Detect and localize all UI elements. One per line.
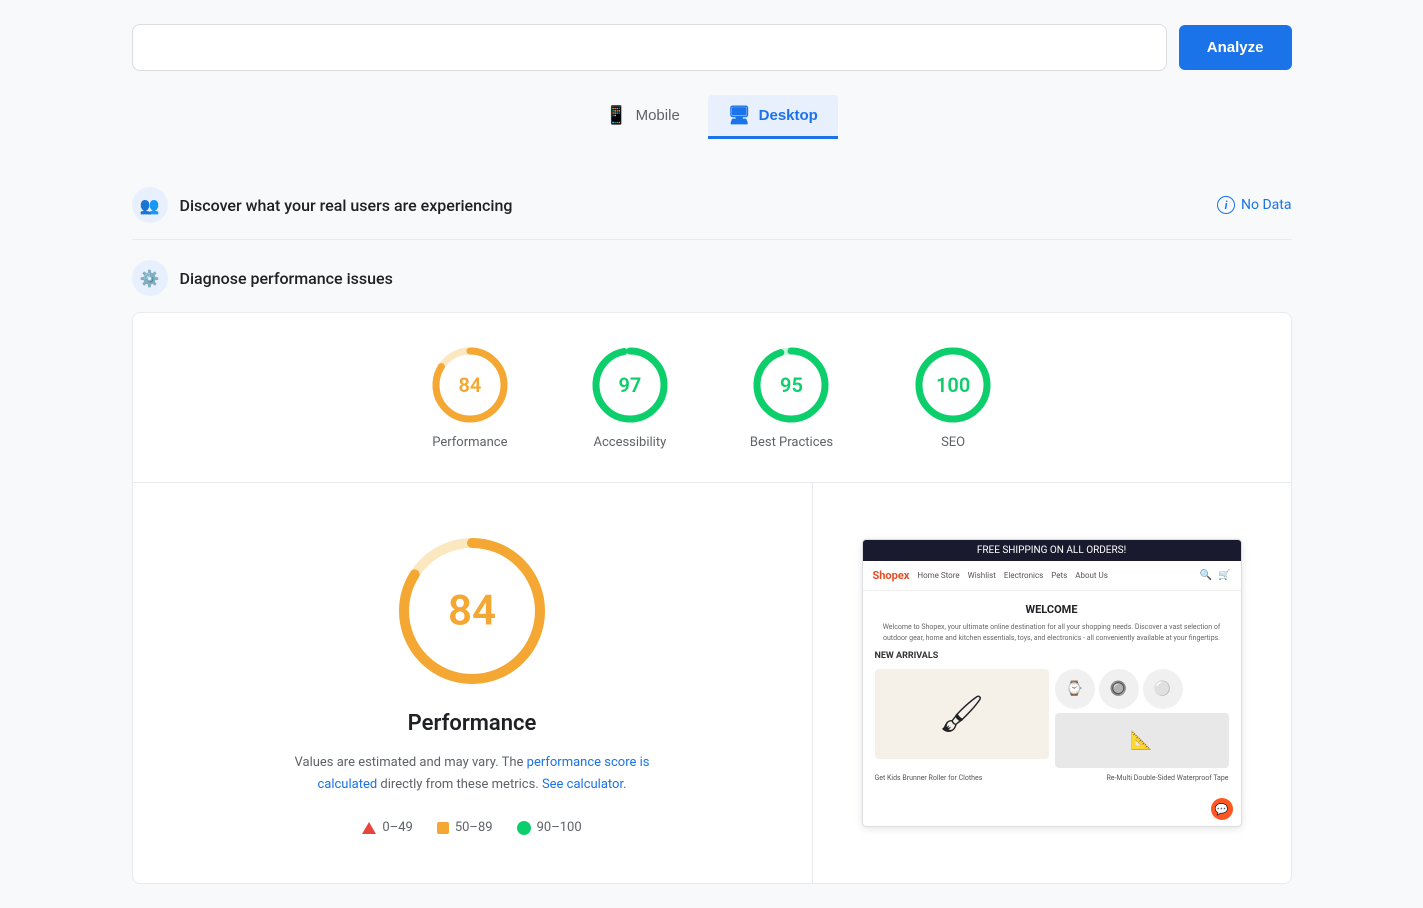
scores-panel: 84 Performance 97 Accessibility bbox=[132, 312, 1292, 884]
hero-title: WELCOME bbox=[875, 603, 1229, 616]
legend-fail: 0–49 bbox=[362, 820, 412, 835]
score-label-best-practices: Best Practices bbox=[750, 435, 833, 450]
score-item-performance[interactable]: 84 Performance bbox=[430, 345, 510, 450]
new-arrivals-label: NEW ARRIVALS bbox=[875, 651, 1229, 661]
score-circle-best-practices: 95 bbox=[751, 345, 831, 425]
real-users-icon: 👥 bbox=[132, 187, 168, 223]
screenshot-hero: WELCOME Welcome to Shopex, your ultimate… bbox=[863, 591, 1241, 794]
tab-mobile-label: Mobile bbox=[636, 107, 680, 124]
tab-desktop-label: Desktop bbox=[759, 107, 818, 124]
score-item-accessibility[interactable]: 97 Accessibility bbox=[590, 345, 670, 450]
score-label-accessibility: Accessibility bbox=[593, 435, 666, 450]
tab-mobile[interactable]: 📱 Mobile bbox=[585, 95, 700, 139]
score-value-accessibility: 97 bbox=[618, 373, 641, 397]
nav-logo: Shopex bbox=[873, 569, 910, 582]
chat-icon: 💬 bbox=[1211, 798, 1233, 820]
url-input[interactable]: https://shopexstore.com/ bbox=[132, 24, 1167, 71]
nav-icons: 🔍 🛒 bbox=[1200, 570, 1231, 581]
detail-right: FREE SHIPPING ON ALL ORDERS! Shopex Home… bbox=[813, 483, 1291, 883]
product-grid: 🖌 ⌚ 🔘 ⚪ 📐 bbox=[875, 669, 1229, 768]
score-circle-accessibility: 97 bbox=[590, 345, 670, 425]
product-side: ⌚ 🔘 ⚪ 📐 bbox=[1055, 669, 1229, 768]
score-value-performance: 84 bbox=[458, 373, 481, 397]
tab-desktop[interactable]: 🖥 Desktop bbox=[708, 95, 838, 139]
mobile-icon: 📱 bbox=[605, 105, 627, 126]
hero-text: Welcome to Shopex, your ultimate online … bbox=[875, 622, 1229, 643]
score-value-seo: 100 bbox=[936, 373, 970, 397]
screenshot: FREE SHIPPING ON ALL ORDERS! Shopex Home… bbox=[862, 539, 1242, 827]
detail-title: Performance bbox=[408, 711, 537, 736]
desktop-icon: 🖥 bbox=[728, 105, 751, 126]
legend-average: 50–89 bbox=[437, 820, 493, 835]
big-score-circle: 84 bbox=[392, 531, 552, 691]
product-main: 🖌 bbox=[875, 669, 1049, 759]
detail-left: 84 Performance Values are estimated and … bbox=[133, 483, 813, 883]
product-label-1: Get Kids Brunner Roller for Clothes bbox=[875, 774, 983, 782]
detail-description: Values are estimated and may vary. The p… bbox=[272, 752, 672, 796]
diagnose-header: ⚙️ Diagnose performance issues bbox=[132, 260, 1292, 296]
score-circle-performance: 84 bbox=[430, 345, 510, 425]
analyze-button[interactable]: Analyze bbox=[1179, 25, 1292, 70]
screenshot-nav: Shopex Home Store Wishlist Electronics P… bbox=[863, 561, 1241, 591]
pass-icon bbox=[517, 821, 531, 835]
score-value-best-practices: 95 bbox=[780, 373, 803, 397]
big-score-value: 84 bbox=[448, 587, 496, 636]
score-item-best-practices[interactable]: 95 Best Practices bbox=[750, 345, 833, 450]
screenshot-top-bar: FREE SHIPPING ON ALL ORDERS! bbox=[863, 540, 1241, 561]
nav-links: Home Store Wishlist Electronics Pets Abo… bbox=[917, 571, 1191, 580]
info-icon: i bbox=[1217, 196, 1235, 214]
score-item-seo[interactable]: 100 SEO bbox=[913, 345, 993, 450]
real-users-title: Discover what your real users are experi… bbox=[180, 196, 513, 215]
diagnose-title: Diagnose performance issues bbox=[180, 269, 393, 288]
fail-icon bbox=[362, 822, 376, 834]
device-tabs: 📱 Mobile 🖥 Desktop bbox=[132, 95, 1292, 139]
legend: 0–49 50–89 90–100 bbox=[362, 820, 581, 835]
calculator-link[interactable]: See calculator bbox=[542, 777, 623, 792]
score-circle-seo: 100 bbox=[913, 345, 993, 425]
detail-panel: 84 Performance Values are estimated and … bbox=[133, 483, 1291, 883]
no-data-badge: i No Data bbox=[1217, 196, 1291, 214]
score-label-performance: Performance bbox=[432, 435, 507, 450]
diagnose-icon: ⚙️ bbox=[132, 260, 168, 296]
legend-pass: 90–100 bbox=[517, 820, 582, 835]
scores-row: 84 Performance 97 Accessibility bbox=[133, 313, 1291, 483]
no-data-label: No Data bbox=[1241, 197, 1291, 213]
average-icon bbox=[437, 822, 449, 834]
diagnose-section: ⚙️ Diagnose performance issues 84 Perfor… bbox=[132, 260, 1292, 884]
score-label-seo: SEO bbox=[941, 435, 965, 450]
product-label-2: Re-Multi Double-Sided Waterproof Tape bbox=[1106, 774, 1228, 782]
real-users-section: 👥 Discover what your real users are expe… bbox=[132, 171, 1292, 240]
